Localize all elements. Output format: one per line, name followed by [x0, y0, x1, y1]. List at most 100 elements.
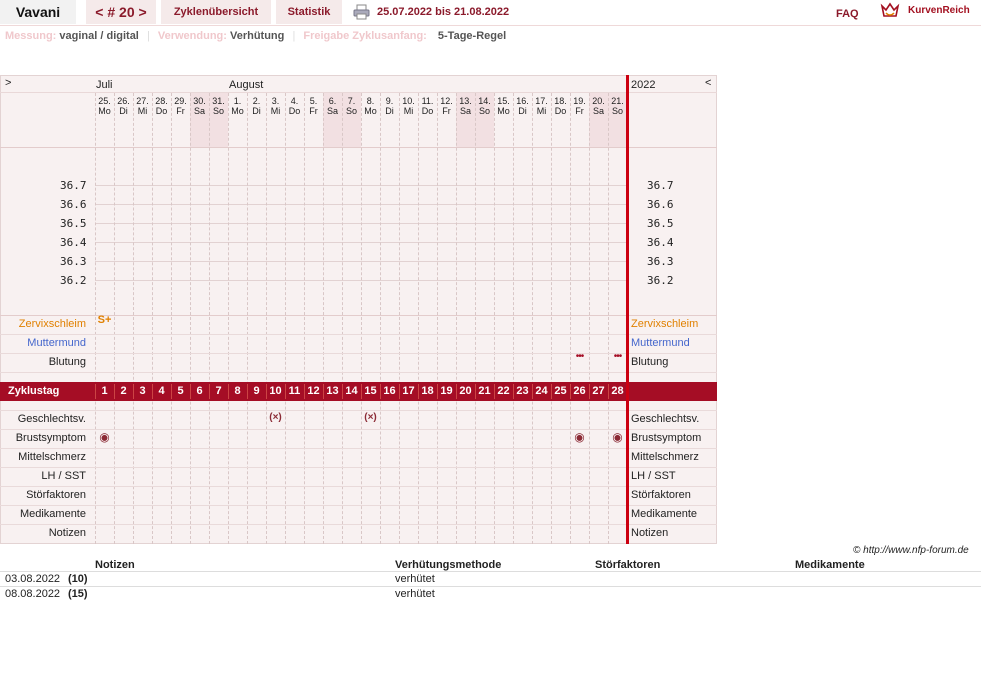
day-date: 8. — [366, 96, 375, 106]
day-date: 26. — [117, 96, 130, 106]
tab-cycle-overview[interactable]: Zyklenübersicht — [161, 0, 271, 24]
day-weekday: So — [478, 106, 490, 116]
day-date: 11. — [421, 96, 434, 106]
day-column-line — [437, 93, 438, 544]
day-weekday: Fr — [309, 106, 318, 116]
day-weekday: Di — [252, 106, 261, 116]
cycle-day-number: 8 — [234, 385, 241, 397]
row-label-blutung-right: Blutung — [631, 356, 669, 368]
day-column-line — [133, 93, 134, 544]
day-weekday: Mi — [536, 106, 547, 116]
cycle-day-label: Zyklustag — [8, 385, 60, 397]
day-weekday: Mi — [270, 106, 281, 116]
day-weekday: Do — [421, 106, 434, 116]
cycle-day-number: 23 — [516, 385, 529, 397]
cycle-day-number: 26 — [573, 385, 586, 397]
year-label: 2022 — [631, 79, 656, 91]
cycle-day-divider — [285, 384, 286, 399]
cycle-day-divider — [456, 384, 457, 399]
cycle-day-divider — [437, 384, 438, 399]
row-date: 03.08.2022 — [5, 573, 61, 585]
table-row[interactable]: 08.08.2022 (15) verhütet — [0, 586, 981, 601]
day-column-line — [513, 93, 514, 544]
cycle-day-number: 16 — [383, 385, 396, 397]
cycle-day-number: 12 — [307, 385, 320, 397]
temp-label-left: 36.7 — [60, 179, 87, 192]
row-label-bottom: Mittelschmerz — [18, 451, 86, 463]
temp-label-left: 36.3 — [60, 255, 87, 268]
intercourse-mark: (×) — [269, 412, 282, 423]
day-date: 27. — [136, 96, 149, 106]
day-date: 4. — [290, 96, 299, 106]
cycle-day-divider — [589, 384, 590, 399]
printer-icon[interactable] — [353, 4, 370, 20]
cycle-day-number: 6 — [196, 385, 203, 397]
day-column-line — [152, 93, 153, 544]
day-weekday: Do — [554, 106, 567, 116]
day-column-line — [608, 93, 609, 544]
temp-label-left: 36.2 — [60, 274, 87, 287]
row-label-zervix: Zervixschleim — [18, 318, 86, 330]
cycle-day-divider — [247, 384, 248, 399]
cycle-day-divider — [570, 384, 571, 399]
breast-symptom-mark: ◉ — [99, 430, 110, 444]
day-weekday: Fr — [442, 106, 451, 116]
nav-next-button[interactable]: < — [705, 77, 711, 89]
cycle-day-number: 1 — [101, 385, 108, 397]
grid-line — [0, 524, 717, 525]
temp-label-right: 36.4 — [647, 236, 674, 249]
setting-label-release: Freigabe Zyklusanfang: — [303, 30, 427, 42]
day-date: 28. — [155, 96, 168, 106]
top-bar: Vavani < # 20 > Zyklenübersicht Statisti… — [0, 0, 981, 26]
day-date: 3. — [271, 96, 280, 106]
faq-link[interactable]: FAQ — [836, 2, 859, 26]
day-weekday: Fr — [575, 106, 584, 116]
day-weekday: Sa — [193, 106, 205, 116]
table-row[interactable]: 03.08.2022 (10) verhütet — [0, 571, 981, 586]
cycle-day-divider — [228, 384, 229, 399]
row-label-bottom: Geschlechtsv. — [17, 413, 86, 425]
cycle-day-number: 20 — [459, 385, 472, 397]
row-label-muttermund-right: Muttermund — [631, 337, 690, 349]
row-method: verhütet — [395, 588, 435, 600]
day-column-line — [418, 93, 419, 544]
day-column-line — [114, 93, 115, 544]
row-label-bottom: Medikamente — [19, 508, 86, 520]
day-weekday: Di — [119, 106, 128, 116]
cycle-day-divider — [532, 384, 533, 399]
cycle-day-divider — [494, 384, 495, 399]
row-cycle-day: (15) — [68, 588, 88, 600]
cycle-day-number: 13 — [326, 385, 339, 397]
temp-label-right: 36.6 — [647, 198, 674, 211]
breast-symptom-mark: ◉ — [574, 430, 585, 444]
row-label-bottom-right: Brustsymptom — [631, 432, 702, 444]
day-column-line — [247, 93, 248, 544]
cycle-navigator[interactable]: < # 20 > — [86, 0, 156, 24]
setting-value-release: 5-Tage-Regel — [437, 30, 507, 42]
nav-prev-button[interactable]: > — [5, 77, 11, 89]
day-column-line — [228, 93, 229, 544]
day-date: 1. — [233, 96, 242, 106]
day-date: 25. — [98, 96, 111, 106]
cycle-day-divider — [190, 384, 191, 399]
day-weekday: Mi — [403, 106, 414, 116]
day-date: 18. — [554, 96, 567, 106]
cycle-end-divider — [626, 75, 629, 544]
day-weekday: Do — [155, 106, 168, 116]
day-column-line — [285, 93, 286, 544]
setting-value-usage: Verhütung — [229, 30, 285, 42]
day-date: 7. — [347, 96, 356, 106]
day-weekday: Sa — [326, 106, 338, 116]
day-date: 5. — [309, 96, 318, 106]
temp-label-right: 36.2 — [647, 274, 674, 287]
day-date: 30. — [193, 96, 206, 106]
day-date: 31. — [212, 96, 225, 106]
cycle-day-divider — [551, 384, 552, 399]
day-weekday: So — [345, 106, 357, 116]
temp-label-right: 36.7 — [647, 179, 674, 192]
row-label-bottom-right: Störfaktoren — [631, 489, 691, 501]
tab-statistics[interactable]: Statistik — [276, 0, 342, 24]
month-label: Juli — [96, 79, 113, 91]
row-label-bottom-right: Medikamente — [631, 508, 698, 520]
row-method: verhütet — [395, 573, 435, 585]
